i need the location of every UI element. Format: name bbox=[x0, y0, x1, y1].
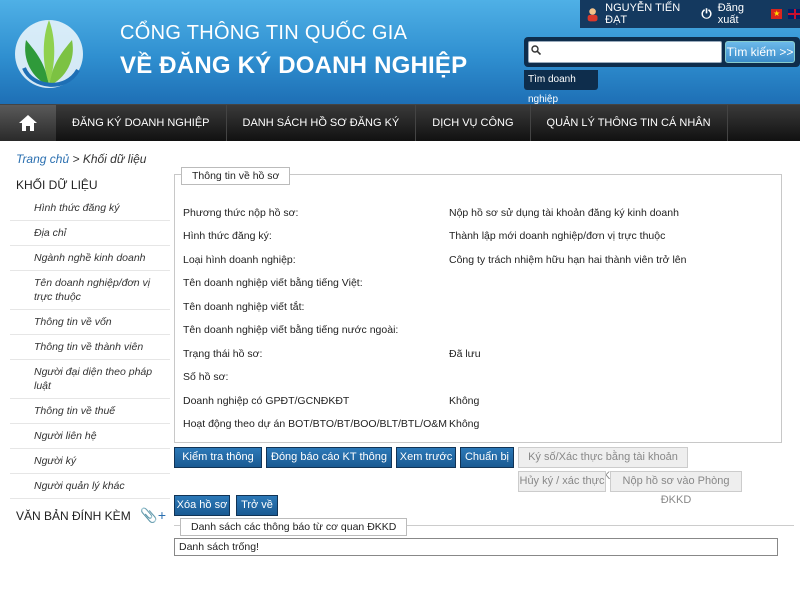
profile-row: Số hồ sơ: bbox=[183, 366, 773, 390]
content-area: Trang chủ > Khối dữ liệu KHỐI DỮ LIỆU Hì… bbox=[0, 144, 800, 600]
nav-home-button[interactable] bbox=[0, 104, 56, 141]
paperclip-add-icon[interactable]: 📎+ bbox=[140, 507, 166, 524]
preview-button[interactable]: Xem trước bbox=[396, 447, 456, 468]
action-buttons-row-2: Hủy ký / xác thực Nộp hồ sơ vào Phòng ĐK… bbox=[174, 471, 794, 506]
search-input[interactable] bbox=[528, 41, 722, 63]
profile-row: Tên doanh nghiệp viết bằng tiếng Việt: bbox=[183, 272, 773, 296]
sidebar-item-nguoi-ky[interactable]: Người ký bbox=[10, 449, 170, 474]
breadcrumb-current: Khối dữ liệu bbox=[82, 152, 147, 166]
logout-link[interactable]: Đăng xuất bbox=[718, 2, 759, 26]
sidebar-item-nguoi-quan-ly-khac[interactable]: Người quản lý khác bbox=[10, 474, 170, 499]
profile-row-label: Tên doanh nghiệp viết tắt: bbox=[183, 300, 305, 313]
profile-row-label: Doanh nghiệp có GPĐT/GCNĐKĐT bbox=[183, 394, 350, 407]
profile-row-value: Thành lập mới doanh nghiệp/đơn vị trực t… bbox=[449, 230, 666, 243]
portal-title-main: VỀ ĐĂNG KÝ DOANH NGHIỆP bbox=[120, 52, 468, 79]
check-info-button[interactable]: Kiểm tra thông tin bbox=[174, 447, 262, 482]
sidebar: KHỐI DỮ LIỆU Hình thức đăng ký Địa chỉ N… bbox=[10, 174, 170, 530]
user-avatar-icon bbox=[587, 8, 598, 22]
action-buttons-row-1: Kiểm tra thông tin Đóng báo cáo KT thông… bbox=[174, 447, 794, 482]
user-name[interactable]: NGUYỄN TIẾN ĐẠT bbox=[605, 2, 687, 26]
sidebar-heading: KHỐI DỮ LIỆU bbox=[16, 178, 98, 192]
user-bar: NGUYỄN TIẾN ĐẠT ⏻ Đăng xuất ★ bbox=[580, 0, 800, 28]
nav-item-dang-ky-doanh-nghiep[interactable]: ĐĂNG KÝ DOANH NGHIỆP bbox=[56, 104, 227, 141]
profile-row: Hình thức đăng ký: Thành lập mới doanh ng… bbox=[183, 225, 773, 249]
nav-item-dich-vu-cong[interactable]: DỊCH VỤ CÔNG bbox=[416, 104, 531, 141]
profile-row-value: Nộp hồ sơ sử dụng tài khoản đăng ký kinh… bbox=[449, 206, 679, 219]
profile-row-label: Phương thức nộp hồ sơ: bbox=[183, 206, 299, 219]
search-button[interactable]: Tìm kiếm >> bbox=[725, 41, 795, 63]
profile-row-label: Số hồ sơ: bbox=[183, 371, 229, 384]
breadcrumb-home-link[interactable]: Trang chủ bbox=[16, 152, 69, 166]
profile-row: Hoạt động theo dự án BOT/BTO/BT/BOO/BLT/… bbox=[183, 413, 773, 437]
profile-row-label: Hoạt động theo dự án BOT/BTO/BT/BOO/BLT/… bbox=[183, 418, 447, 431]
search-box: Tìm kiếm >> bbox=[524, 37, 800, 67]
header-banner: CỔNG THÔNG TIN QUỐC GIA VỀ ĐĂNG KÝ DOANH… bbox=[0, 0, 800, 105]
prepare-button[interactable]: Chuẩn bị bbox=[460, 447, 514, 468]
profile-row: Trạng thái hồ sơ: Đã lưu bbox=[183, 342, 773, 366]
portal-title-top: CỔNG THÔNG TIN QUỐC GIA bbox=[120, 22, 408, 44]
profile-row-value: Công ty trách nhiệm hữu hạn hai thành vi… bbox=[449, 253, 687, 266]
sidebar-item-nguoi-lien-he[interactable]: Người liên hệ bbox=[10, 424, 170, 449]
sidebar-item-von[interactable]: Thông tin về vốn bbox=[10, 310, 170, 335]
flag-vietnam-icon[interactable]: ★ bbox=[770, 9, 783, 19]
main-nav: ĐĂNG KÝ DOANH NGHIỆP DANH SÁCH HỒ SƠ ĐĂN… bbox=[0, 104, 800, 141]
profile-row-label: Loại hình doanh nghiệp: bbox=[183, 253, 296, 266]
profile-row: Loại hình doanh nghiệp: Công ty trách nhi… bbox=[183, 248, 773, 272]
cancel-sign-button[interactable]: Hủy ký / xác thực bbox=[518, 471, 606, 492]
notice-legend: Danh sách các thông báo từ cơ quan ĐKKD bbox=[180, 518, 408, 536]
profile-row-label: Tên doanh nghiệp viết bằng tiếng Việt: bbox=[183, 277, 363, 290]
sidebar-item-nganh-nghe[interactable]: Ngành nghề kinh doanh bbox=[10, 246, 170, 271]
nav-filler bbox=[727, 104, 800, 141]
back-button[interactable]: Trở về bbox=[236, 495, 278, 516]
sign-button[interactable]: Ký số/Xác thực bằng tài khoản ĐKKD bbox=[518, 447, 688, 482]
profile-row-value: Đã lưu bbox=[449, 347, 481, 360]
sidebar-item-dai-dien-phap-luat[interactable]: Người đại diện theo pháp luật bbox=[10, 360, 170, 399]
delete-profile-button[interactable]: Xóa hồ sơ bbox=[174, 495, 230, 516]
profile-row: Phương thức nộp hồ sơ: Nộp hồ sơ sử dụng … bbox=[183, 201, 773, 225]
power-icon[interactable]: ⏻ bbox=[701, 6, 711, 22]
sidebar-item-hinh-thuc-dang-ky[interactable]: Hình thức đăng ký bbox=[10, 196, 170, 221]
profile-row: Tên doanh nghiệp viết bằng tiếng nước ng… bbox=[183, 319, 773, 343]
sidebar-item-thanh-vien[interactable]: Thông tin về thành viên bbox=[10, 335, 170, 360]
profile-info-fieldset: Thông tin về hồ sơ Phương thức nộp hồ sơ… bbox=[174, 167, 782, 443]
sidebar-attachments-label: VĂN BẢN ĐÍNH KÈM bbox=[16, 508, 131, 523]
notice-section: Danh sách các thông báo từ cơ quan ĐKKD … bbox=[174, 518, 794, 556]
notice-empty-message: Danh sách trống! bbox=[174, 538, 778, 556]
profile-row-label: Hình thức đăng ký: bbox=[183, 230, 272, 243]
profile-row-label: Trạng thái hồ sơ: bbox=[183, 347, 263, 360]
action-buttons-row-3: Xóa hồ sơ Trở về bbox=[174, 495, 794, 517]
profile-row-value: Không bbox=[449, 418, 480, 431]
nav-item-danh-sach-ho-so[interactable]: DANH SÁCH HỒ SƠ ĐĂNG KÝ bbox=[226, 104, 417, 141]
breadcrumb-separator: > bbox=[69, 152, 83, 166]
report-check-button[interactable]: Đóng báo cáo KT thông tin bbox=[266, 447, 392, 482]
sidebar-item-thue[interactable]: Thông tin về thuế bbox=[10, 399, 170, 424]
submit-to-office-button[interactable]: Nộp hồ sơ vào Phòng ĐKKD bbox=[610, 471, 742, 506]
profile-row-label: Tên doanh nghiệp viết bằng tiếng nước ng… bbox=[183, 324, 399, 337]
sidebar-item-ten-doanh-nghiep[interactable]: Tên doanh nghiệp/đơn vị trực thuộc bbox=[10, 271, 170, 310]
portal-logo-icon bbox=[15, 20, 83, 88]
profile-info-legend: Thông tin về hồ sơ bbox=[181, 167, 291, 185]
profile-row-value: Không bbox=[449, 394, 480, 407]
nav-item-quan-ly-thong-tin[interactable]: QUẢN LÝ THÔNG TIN CÁ NHÂN bbox=[530, 104, 728, 141]
breadcrumb: Trang chủ > Khối dữ liệu bbox=[16, 152, 146, 166]
main-panel: Thông tin về hồ sơ Phương thức nộp hồ sơ… bbox=[174, 167, 794, 556]
sidebar-item-dia-chi[interactable]: Địa chỉ bbox=[10, 221, 170, 246]
search-icon bbox=[531, 45, 541, 55]
profile-row: Tên doanh nghiệp viết tắt: bbox=[183, 295, 773, 319]
profile-row: Doanh nghiệp có GPĐT/GCNĐKĐT Không bbox=[183, 389, 773, 413]
flag-uk-icon[interactable] bbox=[788, 9, 800, 19]
search-suggestion[interactable]: Tìm doanh nghiệp bbox=[524, 70, 598, 105]
sidebar-attachments[interactable]: VĂN BẢN ĐÍNH KÈM 📎+ bbox=[10, 501, 170, 530]
home-icon bbox=[19, 114, 37, 131]
